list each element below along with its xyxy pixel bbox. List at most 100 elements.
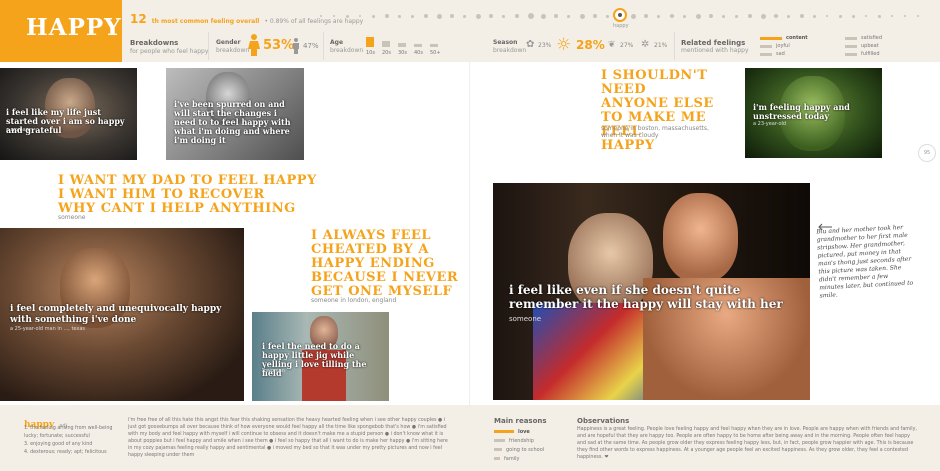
related-feeling-item: fulfilled	[845, 50, 925, 58]
rank-number: 12	[130, 12, 147, 26]
reason-label: family	[504, 455, 520, 462]
scale-dot	[605, 14, 609, 18]
reason-bar	[494, 430, 514, 433]
scale-dot	[358, 15, 361, 17]
scale-dot	[644, 14, 649, 18]
summer-sun-icon: ☼	[556, 35, 572, 55]
photo-grandmother-stripper: i feel like even if she doesn't quite re…	[493, 183, 810, 400]
photo-caption: i feel completely and unequivocally happ…	[10, 304, 222, 325]
quote-happy-ending: I ALWAYS FEEL CHEATED BY A HAPPY ENDING …	[311, 228, 459, 299]
photo-attribution: a 23-year-old	[753, 121, 787, 127]
scale-dot	[800, 14, 805, 18]
scale-dot	[748, 14, 753, 18]
definition-item: lucky; fortunate; successful	[24, 434, 90, 439]
related-feeling-label: satisfied	[861, 35, 883, 41]
definition-item: 4. dexterous; ready; apt; felicitous	[24, 450, 107, 455]
photo-caption: i'm feeling happy and unstressed today	[753, 102, 850, 121]
spring-flower-icon: ✿	[526, 39, 535, 50]
photo-caption: i feel like even if she doesn't quite re…	[509, 283, 783, 311]
title-block: HAPPY	[0, 0, 122, 62]
winter-snowflake-icon: ✲	[641, 39, 650, 50]
breakdowns-subtitle: for people who feel happy	[130, 48, 209, 55]
scale-label: happy	[613, 23, 629, 29]
reason-bar	[494, 439, 505, 442]
scale-dot	[657, 14, 661, 18]
observations-text: Happiness is a great feeling. People lov…	[577, 427, 917, 460]
age-subtitle: breakdown	[330, 47, 364, 54]
male-icon	[292, 38, 300, 54]
reason-label: love	[518, 428, 530, 435]
related-feeling-bar	[760, 36, 782, 40]
scale-dot	[787, 14, 791, 18]
related-feeling-bar	[845, 44, 857, 48]
related-feeling-label: fulfilled	[861, 51, 880, 57]
quote-attribution: someone in boston, massachusetts, when i…	[601, 125, 709, 139]
scale-dot	[826, 15, 829, 17]
scale-dot	[501, 14, 505, 18]
age-bar	[430, 44, 438, 47]
scale-dot	[696, 13, 702, 19]
scale-dot	[566, 14, 570, 18]
scale-dot	[514, 14, 519, 18]
photo-man-hugging: i feel completely and unequivocally happ…	[0, 228, 244, 401]
female-icon	[248, 34, 260, 56]
scale-dot	[592, 14, 597, 18]
related-feeling-bar	[845, 52, 857, 56]
scale-dot	[631, 13, 637, 19]
page-number: 95	[918, 144, 936, 162]
gender-title: Gender	[216, 39, 241, 46]
handwritten-note: Blu and her mother took her grandmother …	[816, 223, 914, 300]
related-feelings-list-2: satisfied upbeat fulfilled	[845, 34, 925, 58]
photo-smiling-woman: i feel like my life just started over i …	[0, 68, 137, 160]
quote-anyone-else: I SHOULDN'T NEED ANYONE ELSE TO MAKE ME …	[601, 68, 714, 153]
age-bar	[366, 37, 374, 47]
age-title: Age	[330, 39, 344, 46]
scale-dot	[553, 14, 558, 18]
scale-dot	[891, 15, 894, 17]
related-feeling-item: upbeat	[845, 42, 925, 50]
breakdowns-title: Breakdowns	[130, 39, 179, 47]
scale-dot	[540, 13, 546, 19]
related-feeling-item: joyful	[760, 42, 830, 50]
scale-dot	[904, 15, 907, 17]
photo-attribution: a woman	[262, 368, 285, 374]
age-bar	[382, 41, 390, 47]
related-feelings-list-1: content joyful sad	[760, 34, 830, 58]
photo-caption: i've been spurred on and will start the …	[174, 99, 291, 145]
related-feeling-item: content	[760, 34, 830, 42]
age-bar-label: 50+	[430, 50, 441, 56]
age-bar	[414, 44, 422, 47]
scale-dot	[384, 14, 389, 18]
scale-dot	[917, 15, 920, 17]
age-bar-label: 40s	[414, 50, 423, 56]
scale-dot	[761, 13, 767, 19]
reason-item: going to school	[494, 445, 564, 454]
footer-band: happy adj. 1. the feeling arising from w…	[0, 405, 940, 471]
reason-item: family	[494, 454, 564, 463]
scale-dot	[722, 14, 726, 18]
page-title: HAPPY	[26, 14, 122, 41]
feelings-stream: i'm free free of all this hate this angs…	[128, 418, 448, 458]
age-bar	[398, 43, 406, 47]
definition-list: 1. the feeling arising from well-being lu…	[24, 425, 124, 457]
scale-dot	[839, 14, 843, 18]
related-feeling-bar	[760, 52, 772, 56]
reason-label: going to school	[506, 446, 545, 453]
scale-dot	[579, 13, 585, 19]
scale-dot	[449, 14, 454, 18]
summer-percent: 28%	[576, 38, 605, 52]
scale-dot	[488, 14, 493, 18]
scale-dot	[774, 14, 779, 18]
scale-dot	[371, 14, 375, 18]
scale-dot	[462, 14, 466, 18]
divider	[323, 32, 324, 60]
reason-bar	[494, 457, 500, 460]
scale-dot	[527, 13, 534, 19]
related-feeling-bar	[760, 44, 772, 48]
main-reasons-title: Main reasons	[494, 417, 547, 425]
quote-attribution: someone in london, england	[311, 297, 397, 304]
spring-percent: 23%	[538, 42, 552, 49]
age-bar-label: 30s	[398, 50, 407, 56]
scale-dot	[423, 14, 428, 18]
divider	[208, 32, 209, 60]
